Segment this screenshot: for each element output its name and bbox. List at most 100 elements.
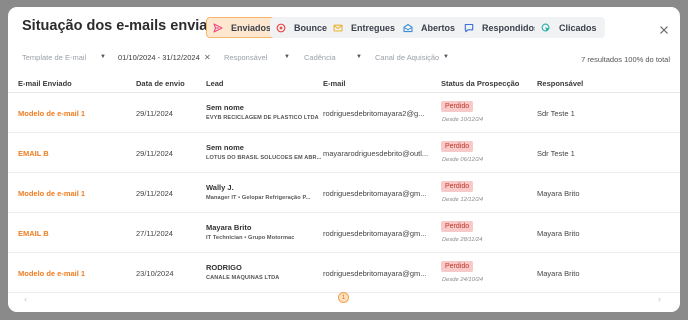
modal-title: Situação dos e-mails enviados — [22, 18, 234, 34]
status-since: Desde 24/10/24 — [442, 277, 483, 283]
lead-company: CANALE MAQUINAS LTDA — [206, 275, 280, 281]
tab-entregues[interactable]: Entregues — [327, 17, 404, 38]
tab-label: Entregues — [351, 22, 396, 33]
tab-enviados[interactable]: Enviados — [206, 17, 281, 38]
open-envelope-icon — [403, 23, 413, 33]
lead-email: mayararodriguesdebrito@outl... — [323, 149, 429, 158]
tab-abertos[interactable]: Abertos — [397, 17, 464, 38]
send-date: 23/10/2024 — [136, 269, 174, 278]
caret-down-icon: ▼ — [284, 54, 290, 60]
header-owner: Responsável — [537, 79, 584, 88]
table-row[interactable]: Modelo de e-mail 1 23/10/2024 RODRIGO CA… — [8, 253, 680, 293]
bounce-icon — [276, 23, 286, 33]
lead-email: rodriguesdebritomayara@gm... — [323, 269, 427, 278]
header-status: Status da Prospecção — [441, 79, 520, 88]
tab-label: Respondidos — [482, 22, 540, 33]
template-filter[interactable]: Template de E-mail ▼ — [22, 53, 106, 62]
status-label: Perdido — [441, 261, 474, 272]
lead-name[interactable]: RODRIGO — [206, 263, 242, 272]
owner: Mayara Brito — [537, 229, 580, 238]
email-status-modal: Situação dos e-mails enviados Enviados B… — [8, 7, 680, 312]
lead-name[interactable]: Mayara Brito — [206, 223, 251, 232]
results-count: 7 resultados — [581, 55, 622, 64]
header-email: E-mail — [323, 79, 346, 88]
status-badge: Perdido — [441, 101, 474, 112]
status-since: Desde 12/12/24 — [442, 197, 483, 203]
clear-date-icon[interactable]: ✕ — [204, 53, 211, 62]
table-row[interactable]: Modelo de e-mail 1 29/11/2024 Sem nome E… — [8, 93, 680, 133]
filter-bar: Template de E-mail ▼ 01/10/2024 - 31/12/… — [8, 53, 680, 69]
tab-clicados[interactable]: Clicados — [535, 17, 605, 38]
date-range-value: 01/10/2024 - 31/12/2024 — [118, 53, 200, 62]
canal-filter[interactable]: Canal de Aquisição ▼ — [375, 53, 455, 62]
lead-company: IT Technician • Grupo Motormac — [206, 235, 295, 241]
send-date: 29/11/2024 — [136, 109, 173, 118]
lead-name[interactable]: Sem nome — [206, 103, 244, 112]
caret-down-icon: ▼ — [100, 54, 106, 60]
tab-bounce[interactable]: Bounce — [270, 17, 336, 38]
send-date: 27/11/2024 — [136, 229, 173, 238]
pagination: ‹ 1 › — [8, 292, 680, 308]
chevron-right-icon[interactable]: › — [658, 294, 661, 304]
lead-company: LOTUS DO BRASIL SOLUCOES EM ABR... — [206, 155, 322, 161]
email-sent-link[interactable]: Modelo de e-mail 1 — [18, 189, 85, 198]
lead-email: rodriguesdebritomayara@gm... — [323, 189, 427, 198]
tab-label: Clicados — [559, 22, 597, 33]
lead-name[interactable]: Wally J. — [206, 183, 234, 192]
lead-company: Manager IT • Gelopar Refrigeração P... — [206, 195, 311, 201]
responsavel-filter[interactable]: Responsável ▼ — [224, 53, 304, 62]
lead-name[interactable]: Sem nome — [206, 143, 244, 152]
table-row[interactable]: EMAIL B 29/11/2024 Sem nome LOTUS DO BRA… — [8, 133, 680, 173]
lead-company: EVYB RECICLAGEM DE PLASTICO LTDA — [206, 115, 319, 121]
status-label: Perdido — [441, 181, 474, 192]
reply-icon — [464, 23, 474, 33]
close-icon[interactable] — [659, 22, 669, 34]
tab-label: Bounce — [294, 22, 328, 33]
status-badge: Perdido — [441, 181, 474, 192]
responsavel-placeholder: Responsável — [224, 53, 268, 62]
email-sent-link[interactable]: EMAIL B — [18, 149, 49, 158]
table-row[interactable]: Modelo de e-mail 1 29/11/2024 Wally J. M… — [8, 173, 680, 213]
status-since: Desde 06/12/24 — [442, 157, 483, 163]
table-row[interactable]: EMAIL B 27/11/2024 Mayara Brito IT Techn… — [8, 213, 680, 253]
tab-label: Abertos — [421, 22, 456, 33]
lead-email: rodriguesdebritomayara2@g... — [323, 109, 425, 118]
cadencia-filter[interactable]: Cadência ▼ — [304, 53, 364, 62]
status-badge: Perdido — [441, 141, 474, 152]
email-sent-link[interactable]: Modelo de e-mail 1 — [18, 269, 85, 278]
email-sent-link[interactable]: Modelo de e-mail 1 — [18, 109, 85, 118]
canal-placeholder: Canal de Aquisição — [375, 53, 440, 62]
modal-header: Situação dos e-mails enviados Enviados B… — [8, 7, 680, 47]
total-percent: 100% do total — [624, 55, 670, 64]
date-range-filter[interactable]: 01/10/2024 - 31/12/2024 — [118, 53, 200, 62]
email-sent-link[interactable]: EMAIL B — [18, 229, 49, 238]
send-icon — [213, 22, 223, 33]
caret-down-icon: ▼ — [443, 54, 449, 60]
send-date: 29/11/2024 — [136, 149, 173, 158]
owner: Mayara Brito — [537, 269, 580, 278]
owner: Sdr Teste 1 — [537, 149, 575, 158]
header-lead: Lead — [206, 79, 224, 88]
status-label: Perdido — [441, 101, 474, 112]
tab-label: Enviados — [231, 22, 272, 33]
chevron-left-icon[interactable]: ‹ — [24, 294, 27, 304]
owner: Sdr Teste 1 — [537, 109, 575, 118]
status-label: Perdido — [441, 141, 474, 152]
status-badge: Perdido — [441, 261, 474, 272]
status-badge: Perdido — [441, 221, 474, 232]
template-placeholder: Template de E-mail — [22, 53, 87, 62]
owner: Mayara Brito — [537, 189, 580, 198]
tab-respondidos[interactable]: Respondidos — [458, 17, 548, 38]
header-email-sent: E-mail Enviado — [18, 79, 72, 88]
send-date: 29/11/2024 — [136, 189, 173, 198]
header-date: Data de envio — [136, 79, 185, 88]
caret-down-icon: ▼ — [356, 54, 362, 60]
lead-email: rodriguesdebritomayara@gm... — [323, 229, 427, 238]
envelope-icon — [333, 23, 343, 33]
table-header: E-mail Enviado Data de envio Lead E-mail… — [8, 75, 680, 93]
page-1-button[interactable]: 1 — [338, 292, 349, 303]
cadencia-placeholder: Cadência — [304, 53, 336, 62]
status-since: Desde 10/12/24 — [442, 117, 483, 123]
click-icon — [541, 23, 551, 33]
status-since: Desde 28/11/24 — [442, 237, 483, 243]
